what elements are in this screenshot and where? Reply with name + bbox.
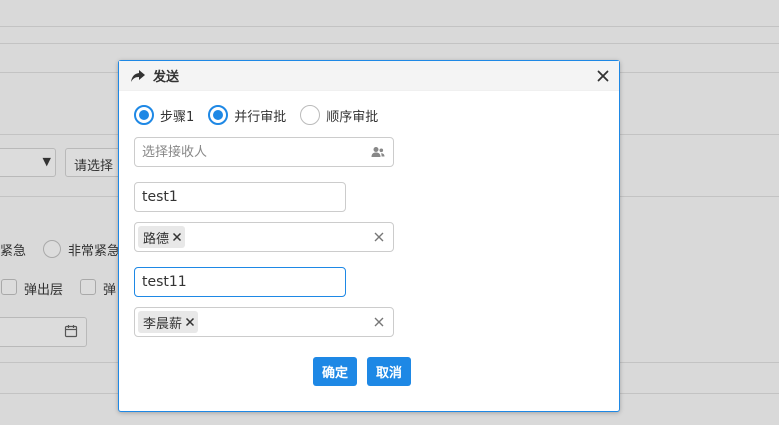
cancel-button[interactable]: 取消 — [367, 357, 412, 386]
group-members-field[interactable]: 李晨薪 — [134, 307, 394, 337]
remove-tag-icon[interactable] — [185, 317, 195, 327]
calendar-icon — [64, 324, 78, 342]
radio-parallel-approval[interactable]: 并行审批 — [208, 105, 286, 125]
receiver-picker[interactable] — [134, 137, 394, 167]
radio-label: 步骤1 — [160, 109, 195, 125]
remove-tag-icon[interactable] — [172, 232, 182, 242]
group-name-field[interactable] — [134, 267, 346, 297]
share-arrow-icon — [131, 69, 145, 82]
checkbox-label-partial: 弹 — [103, 283, 117, 298]
group-members-field[interactable]: 路德 — [134, 222, 394, 252]
caret-down-icon: ▼ — [42, 155, 51, 168]
background-select[interactable]: ▼ — [0, 148, 56, 177]
divider — [0, 26, 779, 27]
checkbox-partial[interactable] — [80, 279, 96, 295]
member-tag: 路德 — [138, 226, 186, 248]
member-tag-label: 李晨薪 — [143, 316, 183, 332]
group-name-input[interactable] — [135, 274, 345, 290]
radio-circle[interactable] — [134, 105, 154, 125]
radio-circle[interactable] — [208, 105, 229, 125]
checkbox-label-popup: 弹出层 — [24, 283, 64, 298]
background-date-input[interactable] — [0, 317, 87, 347]
send-dialog: 发送 步骤1 并行审批 顺序审批 路德 — [118, 60, 620, 412]
checkbox-popup[interactable] — [1, 279, 17, 295]
divider — [0, 43, 779, 44]
clear-icon[interactable] — [374, 232, 384, 242]
confirm-button[interactable]: 确定 — [313, 357, 358, 386]
group-name-input[interactable] — [135, 189, 345, 205]
member-tag-label: 路德 — [143, 231, 170, 247]
clear-icon[interactable] — [374, 317, 384, 327]
radio-label: 顺序审批 — [326, 109, 379, 125]
approval-mode-radios: 步骤1 并行审批 顺序审批 — [134, 105, 392, 125]
member-tag: 李晨薪 — [138, 311, 199, 333]
people-icon[interactable] — [371, 146, 385, 162]
radio-label-very-urgent: 非常紧急 — [68, 244, 121, 259]
radio-label-urgent: 紧急 — [0, 244, 27, 259]
radio-circle[interactable] — [300, 105, 321, 125]
radio-step1[interactable]: 步骤1 — [134, 105, 194, 125]
group-name-field[interactable] — [134, 182, 346, 212]
close-icon[interactable] — [597, 70, 609, 82]
background-select-button[interactable]: 请选择 — [65, 148, 125, 177]
dialog-title: 发送 — [153, 70, 180, 85]
radio-very-urgent[interactable] — [43, 240, 61, 258]
receiver-input[interactable] — [135, 144, 393, 160]
radio-sequential-approval[interactable]: 顺序审批 — [300, 105, 378, 125]
dialog-header: 发送 — [119, 61, 619, 91]
radio-label: 并行审批 — [234, 109, 287, 125]
